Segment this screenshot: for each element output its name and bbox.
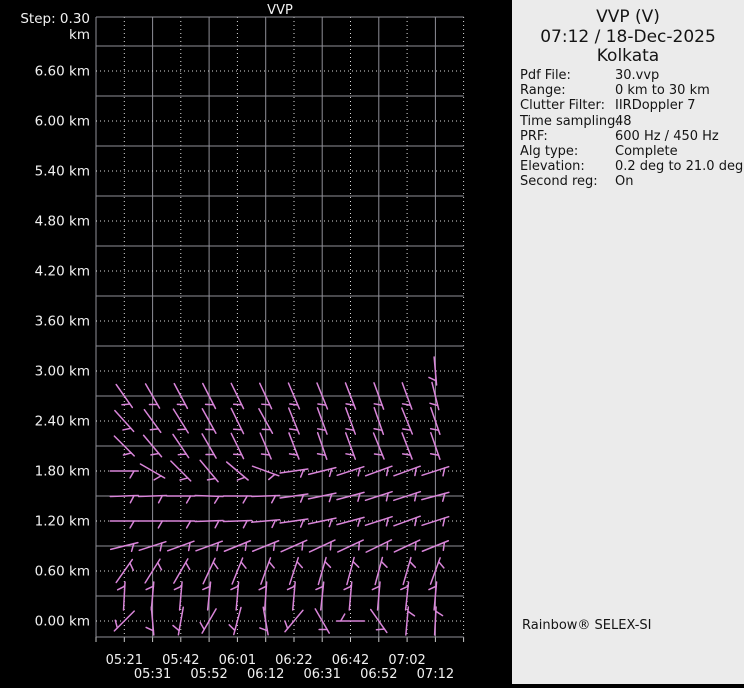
wind-barb [289,408,299,434]
param-value: On [615,174,633,189]
y-axis-label: 1.80 km [35,464,90,480]
y-axis-label: 6.00 km [35,114,90,130]
param-label: Time sampling: [520,114,620,129]
param-value: Complete [615,144,678,159]
param-label: Second reg: [520,174,598,189]
wind-barb [231,408,243,433]
y-axis-label: 6.60 km [35,64,90,80]
y-axis-label: 0.00 km [35,614,90,630]
y-axis-label: 1.20 km [35,514,90,530]
param-value: 600 Hz / 450 Hz [615,129,719,144]
param-value: 30.vvp [615,68,659,83]
vvp-time-height-chart: 6.60 km 6.00 km 5.40 km 4.80 km 4.20 km 3.60 … [0,0,512,688]
param-label: PRF: [520,129,548,144]
x-axis-label: 06:22 [275,653,312,668]
site-name: Kolkata [512,47,744,67]
x-axis-label: 07:12 [417,667,454,682]
wind-barb [406,607,415,635]
param-row: Clutter Filter: IIRDoppler 7 [520,98,742,113]
wind-barb [145,559,161,583]
step-label: Step: 0.30 km [0,11,90,43]
param-label: Elevation: [520,159,585,174]
wind-barb [111,543,138,552]
param-value: 48 [615,114,632,129]
wind-barb [394,466,420,476]
x-axis-label: 07:02 [388,653,425,668]
param-label: Range: [520,83,566,98]
wind-barb [346,408,356,434]
x-axis-label: 06:31 [303,667,340,682]
param-list: Pdf File: 30.vvp Range: 0 km to 30 km Cl… [520,68,742,190]
wind-barb [110,521,138,528]
param-row: Alg type: Complete [520,144,742,159]
y-axis-labels: 6.60 km 6.00 km 5.40 km 4.80 km 4.20 km 3.60 … [35,64,90,630]
y-axis-label: 2.40 km [35,414,90,430]
param-value: 0.2 deg to 21.0 deg [615,159,743,174]
product-datetime: 07:12 / 18-Dec-2025 [512,28,744,48]
param-value: IIRDoppler 7 [615,98,696,113]
grid-lines [96,17,464,642]
y-axis-label: 3.60 km [35,314,90,330]
wind-barb [110,471,138,478]
wind-barb [223,521,251,528]
wind-barb [116,560,133,583]
param-row: PRF: 600 Hz / 450 Hz [520,129,742,144]
y-axis-label: 0.60 km [35,564,90,580]
chart-title: VVP [96,3,464,18]
param-row: Elevation: 0.2 deg to 21.0 deg [520,159,742,174]
wind-barb [114,611,134,631]
x-axis-label: 05:21 [106,653,143,668]
x-axis-label: 05:52 [190,667,227,682]
vvp-product-window: 6.60 km 6.00 km 5.40 km 4.80 km 4.20 km 3.60 … [0,0,744,688]
wind-barb [173,409,188,433]
param-label: Alg type: [520,144,578,159]
param-row: Time sampling: 48 [520,114,742,129]
x-axis-label: 05:31 [134,667,171,682]
wind-barb [229,607,241,634]
info-panel: VVP (V) 07:12 / 18-Dec-2025 Kolkata Pdf … [512,0,744,684]
x-axis-label: 06:52 [360,667,397,682]
param-row: Pdf File: 30.vvp [520,68,742,83]
info-header: VVP (V) 07:12 / 18-Dec-2025 Kolkata [512,8,744,67]
x-axis-label: 05:42 [162,653,199,668]
y-axis-label: 5.40 km [35,164,90,180]
param-value: 0 km to 30 km [615,83,710,98]
param-label: Pdf File: [520,68,571,83]
y-axis-label: 4.20 km [35,264,90,280]
wind-barb [173,607,183,635]
y-axis-label: 3.00 km [35,364,90,380]
wind-barb [402,408,412,434]
x-axis-label: 06:01 [219,653,256,668]
x-axis-label: 06:42 [332,653,369,668]
wind-barb [403,558,415,585]
wind-barb [337,467,364,476]
param-label: Clutter Filter: [520,98,605,113]
wind-barb [167,521,195,528]
wind-barb [232,558,246,584]
wind-barb [280,494,308,502]
param-row: Second reg: On [520,174,742,189]
wind-barb [260,607,268,635]
param-row: Range: 0 km to 30 km [520,83,742,98]
x-axis-labels: 05:2105:3105:4205:5206:0106:1206:2206:31… [106,653,455,682]
wind-barb [203,558,218,583]
product-title: VVP (V) [512,8,744,28]
y-axis-label: 4.80 km [35,214,90,230]
brand-label: Rainbow® SELEX-SI [522,618,652,633]
x-axis-label: 06:12 [247,667,284,682]
